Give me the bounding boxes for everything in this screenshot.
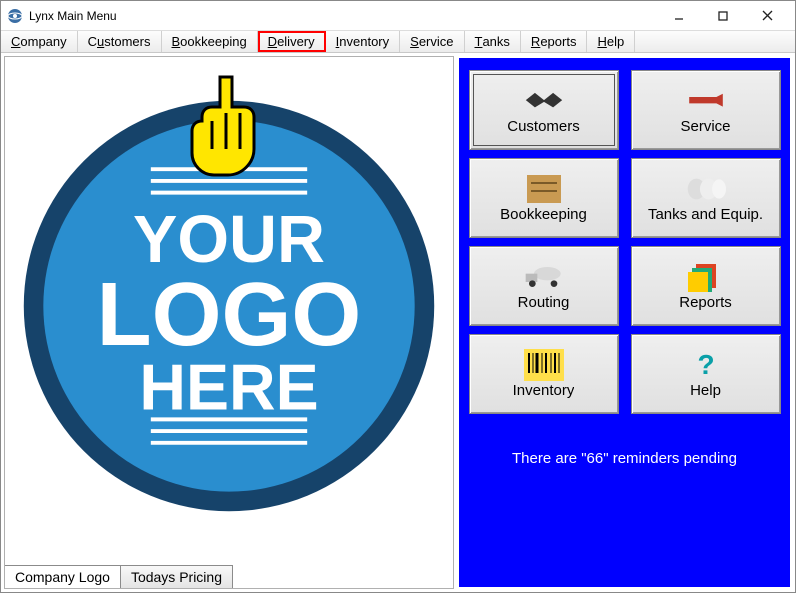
- menu-bookkeeping[interactable]: Bookkeeping: [162, 31, 258, 52]
- menubar: Company Customers Bookkeeping Delivery I…: [1, 31, 795, 53]
- service-button[interactable]: Service: [631, 70, 781, 150]
- menu-delivery[interactable]: Delivery: [258, 31, 326, 52]
- close-button[interactable]: [745, 2, 789, 30]
- tanks-equip-button[interactable]: Tanks and Equip.: [631, 158, 781, 238]
- content-area: YOUR LOGO HERE Company Logo Todays Prici…: [1, 53, 795, 592]
- left-tabs: Company Logo Todays Pricing: [4, 565, 232, 589]
- tanks-icon: [686, 174, 726, 204]
- ledger-icon: [524, 174, 564, 204]
- menu-reports[interactable]: Reports: [521, 31, 588, 52]
- menu-help[interactable]: Help: [587, 31, 635, 52]
- customers-button[interactable]: Customers: [469, 70, 619, 150]
- maximize-button[interactable]: [701, 2, 745, 30]
- wrench-icon: [686, 86, 726, 116]
- left-panel: YOUR LOGO HERE Company Logo Todays Prici…: [4, 56, 454, 589]
- svg-text:LOGO: LOGO: [97, 265, 362, 365]
- truck-icon: [524, 262, 564, 292]
- right-panel: Customers Service Bookkeeping Tanks and …: [459, 58, 790, 587]
- reminder-text: There are "66" reminders pending: [512, 450, 737, 467]
- tab-todays-pricing[interactable]: Todays Pricing: [120, 565, 233, 589]
- pointing-hand-icon: [180, 69, 265, 184]
- titlebar: Lynx Main Menu: [1, 1, 795, 31]
- menu-customers[interactable]: Customers: [78, 31, 162, 52]
- menu-company[interactable]: Company: [1, 31, 78, 52]
- handshake-icon: [524, 86, 564, 116]
- reports-button[interactable]: Reports: [631, 246, 781, 326]
- folders-icon: [686, 262, 726, 292]
- tab-company-logo[interactable]: Company Logo: [4, 565, 121, 589]
- menu-service[interactable]: Service: [400, 31, 464, 52]
- svg-text:?: ?: [697, 350, 714, 380]
- minimize-button[interactable]: [657, 2, 701, 30]
- inventory-button[interactable]: Inventory: [469, 334, 619, 414]
- barcode-icon: [524, 350, 564, 380]
- menu-tanks[interactable]: Tanks: [465, 31, 521, 52]
- svg-text:HERE: HERE: [139, 352, 318, 424]
- app-icon: [7, 8, 23, 24]
- bookkeeping-button[interactable]: Bookkeeping: [469, 158, 619, 238]
- window-title: Lynx Main Menu: [29, 9, 657, 23]
- menu-inventory[interactable]: Inventory: [326, 31, 401, 52]
- routing-button[interactable]: Routing: [469, 246, 619, 326]
- question-icon: ?: [686, 350, 726, 380]
- button-grid: Customers Service Bookkeeping Tanks and …: [469, 70, 781, 414]
- help-button[interactable]: ? Help: [631, 334, 781, 414]
